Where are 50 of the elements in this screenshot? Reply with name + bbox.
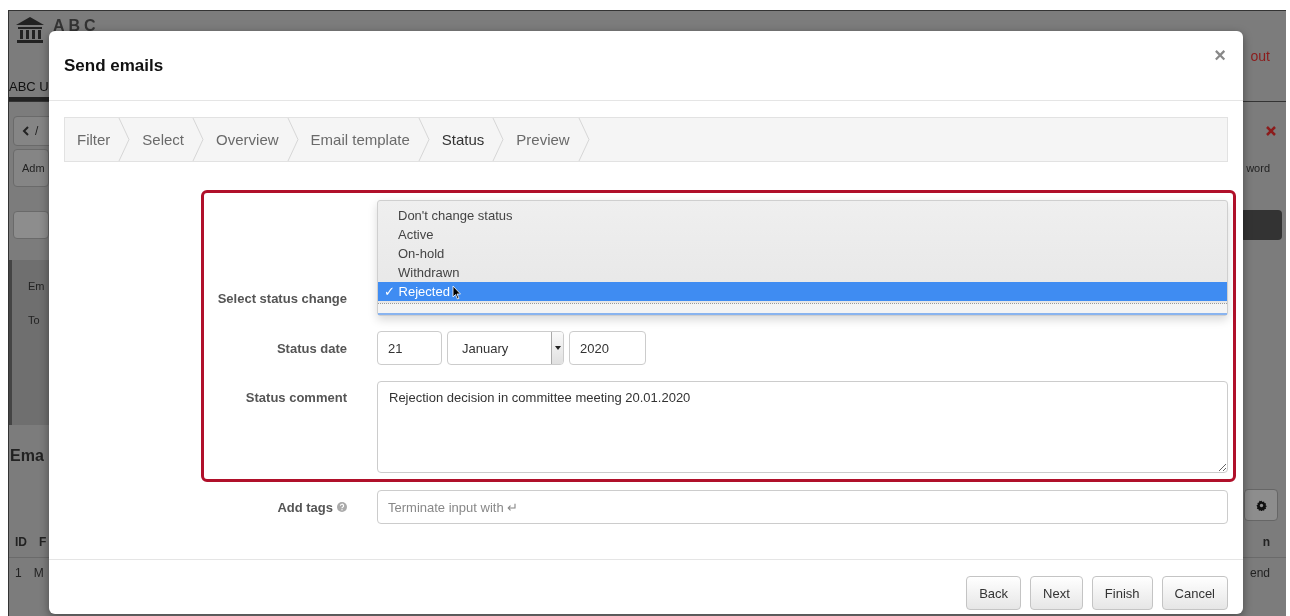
toolbar-button[interactable] (13, 211, 49, 239)
chevron-left-icon[interactable] (22, 126, 29, 136)
dropdown-option[interactable]: Don't change status (378, 206, 1227, 225)
step-tab[interactable]: Preview (504, 118, 578, 161)
step-tab[interactable]: Email template (298, 118, 418, 161)
password-link[interactable]: word (1246, 162, 1270, 174)
settings-icon (1255, 499, 1267, 511)
caret-icon (554, 346, 561, 350)
month-select[interactable]: January (447, 331, 564, 365)
column-header: ID (15, 535, 27, 549)
field-label: Add tags (277, 499, 333, 515)
table-cell: M (33, 566, 44, 580)
dialog-button[interactable]: Next (1030, 576, 1083, 610)
admin-tab[interactable]: Adm (13, 149, 49, 187)
logo-text: ABC (53, 17, 100, 35)
panel-text: To (28, 314, 41, 326)
select-field[interactable] (378, 303, 1227, 315)
step-tab[interactable]: Filter (65, 118, 119, 161)
field-label: Status date (275, 340, 347, 356)
dialog-button[interactable]: Finish (1091, 576, 1153, 610)
dark-button[interactable] (1240, 210, 1282, 240)
column-header: n (1262, 535, 1270, 549)
settings-button[interactable] (1244, 489, 1278, 521)
step-tab[interactable]: Status (429, 118, 493, 161)
field-label: Select status change (216, 291, 347, 308)
dropdown-option[interactable]: On-hold (378, 244, 1227, 263)
help-icon[interactable] (337, 502, 347, 512)
close-button[interactable]: × (1212, 45, 1228, 65)
year-field[interactable]: 2020 (569, 331, 646, 365)
step-tab[interactable]: Select (130, 118, 193, 161)
panel-text: Em (28, 280, 46, 292)
dialog-title: Send emails (64, 55, 164, 76)
day-field[interactable]: 21 (377, 331, 442, 365)
step-tab[interactable]: Overview (204, 118, 287, 161)
dropdown-list[interactable]: Don't change status Active On-hold Withdrawn ✓ Rejected (377, 200, 1228, 316)
dropdown-option[interactable]: Withdrawn (378, 263, 1227, 282)
dialog-button[interactable]: Cancel (1161, 576, 1228, 610)
dialog-button[interactable]: Back (966, 576, 1022, 610)
tags-field[interactable]: Terminate input with ↵ (377, 490, 1228, 524)
send-link[interactable]: end (1249, 566, 1270, 580)
breadcrumb-separator: / (35, 124, 39, 138)
section-heading: Ema (9, 447, 44, 465)
close-icon[interactable] (1266, 126, 1276, 136)
table-cell: 1 (15, 566, 22, 580)
column-header: F (39, 535, 47, 549)
dropdown-option[interactable]: Active (378, 225, 1227, 244)
bank-icon (15, 15, 45, 45)
comment-field[interactable]: Rejection decision in committee meeting 20.01.2020 (377, 381, 1228, 473)
cursor-icon (452, 285, 462, 300)
field-label: Status comment (244, 389, 347, 407)
